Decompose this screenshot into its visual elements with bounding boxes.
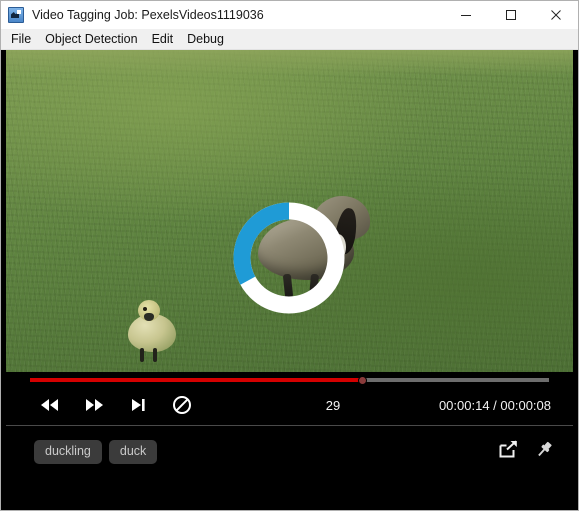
no-detection-button[interactable]	[160, 391, 204, 419]
menu-item-debug[interactable]: Debug	[180, 29, 231, 49]
seek-thumb[interactable]	[358, 375, 368, 385]
share-icon	[499, 440, 517, 458]
window-title: Video Tagging Job: PexelsVideos1119036	[32, 8, 264, 22]
menu-item-object-detection[interactable]: Object Detection	[38, 29, 144, 49]
tag-actions	[497, 438, 555, 460]
seek-slider[interactable]	[30, 375, 549, 385]
close-icon	[550, 10, 561, 20]
menu-bar: File Object Detection Edit Debug	[1, 29, 578, 50]
tag-chip-duck[interactable]: duck	[108, 440, 158, 464]
maximize-button[interactable]	[488, 1, 533, 29]
pin-button[interactable]	[533, 438, 555, 460]
seek-progress-fill	[30, 378, 363, 382]
pin-icon	[537, 441, 552, 456]
prohibited-icon	[173, 396, 191, 414]
tag-chip-duckling[interactable]: duckling	[34, 440, 102, 464]
video-tag-app-icon	[8, 7, 24, 23]
transport-controls: 29 00:00:14 / 00:00:08	[6, 372, 573, 422]
maximize-icon	[505, 10, 516, 20]
seek-bar-row	[6, 372, 573, 388]
title-bar: Video Tagging Job: PexelsVideos1119036	[1, 1, 578, 29]
menu-item-file[interactable]: File	[4, 29, 38, 49]
fast-forward-button[interactable]	[72, 391, 116, 419]
fast-forward-icon	[86, 399, 103, 411]
video-panel: 29 00:00:14 / 00:00:08	[6, 50, 573, 422]
step-forward-button[interactable]	[116, 391, 160, 419]
main-body: 29 00:00:14 / 00:00:08 duckling duck	[1, 50, 578, 510]
video-frame[interactable]	[6, 50, 573, 372]
minimize-button[interactable]	[443, 1, 488, 29]
rewind-icon	[41, 399, 58, 411]
tags-panel: duckling duck	[6, 425, 573, 505]
progress-ring-arc	[233, 202, 290, 285]
gosling-subject	[124, 298, 184, 362]
share-export-button[interactable]	[497, 438, 519, 460]
playback-button-row: 29 00:00:14 / 00:00:08	[6, 388, 573, 422]
time-readout: 00:00:14 / 00:00:08	[438, 397, 551, 413]
video-background-highlight	[6, 50, 573, 76]
tag-list: duckling duck	[34, 440, 555, 464]
rewind-button[interactable]	[28, 391, 72, 419]
step-forward-icon	[132, 399, 145, 411]
minimize-icon	[460, 15, 471, 16]
close-button[interactable]	[533, 1, 578, 29]
menu-item-edit[interactable]: Edit	[145, 29, 181, 49]
app-window: Video Tagging Job: PexelsVideos1119036 F…	[0, 0, 579, 511]
circular-progress-overlay	[228, 197, 350, 319]
frame-number: 29	[325, 397, 341, 413]
window-controls	[443, 1, 578, 29]
